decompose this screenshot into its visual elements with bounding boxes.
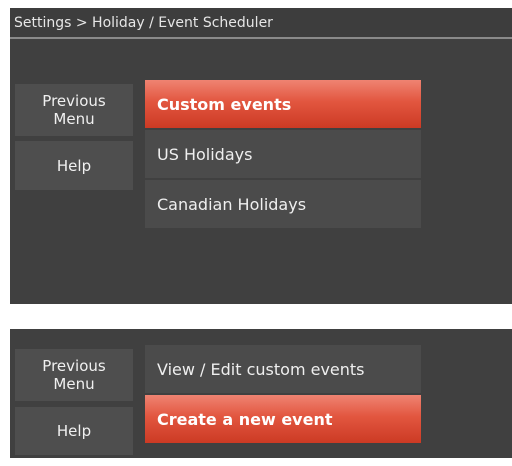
menu-item-canadian-holidays[interactable]: Canadian Holidays bbox=[145, 180, 421, 228]
thermostat-screen-holiday-scheduler: Settings > Holiday / Event Scheduler Pre… bbox=[10, 8, 512, 304]
menu-item-create-new-event[interactable]: Create a new event bbox=[145, 395, 421, 443]
help-label: Help bbox=[56, 422, 92, 440]
previous-menu-label: Previous Menu bbox=[42, 92, 106, 128]
menu-item-view-edit-custom-events[interactable]: View / Edit custom events bbox=[145, 345, 421, 393]
menu-item-label: Canadian Holidays bbox=[157, 194, 307, 214]
title-divider bbox=[10, 37, 512, 39]
thermostat-screen-custom-events: Previous Menu Help View / Edit custom ev… bbox=[10, 329, 512, 458]
title-bar: Settings > Holiday / Event Scheduler bbox=[10, 8, 512, 39]
menu-item-label: US Holidays bbox=[157, 144, 253, 164]
breadcrumb: Settings > Holiday / Event Scheduler bbox=[14, 15, 273, 31]
help-button[interactable]: Help bbox=[15, 407, 133, 455]
menu-item-label: Custom events bbox=[157, 94, 292, 114]
menu-item-us-holidays[interactable]: US Holidays bbox=[145, 130, 421, 178]
menu-item-label: View / Edit custom events bbox=[157, 359, 365, 379]
help-button[interactable]: Help bbox=[15, 141, 133, 190]
menu-item-label: Create a new event bbox=[157, 409, 333, 429]
previous-menu-button[interactable]: Previous Menu bbox=[15, 84, 133, 136]
help-label: Help bbox=[56, 156, 92, 175]
previous-menu-button[interactable]: Previous Menu bbox=[15, 349, 133, 401]
menu-item-custom-events[interactable]: Custom events bbox=[145, 80, 421, 128]
previous-menu-label: Previous Menu bbox=[42, 357, 106, 393]
